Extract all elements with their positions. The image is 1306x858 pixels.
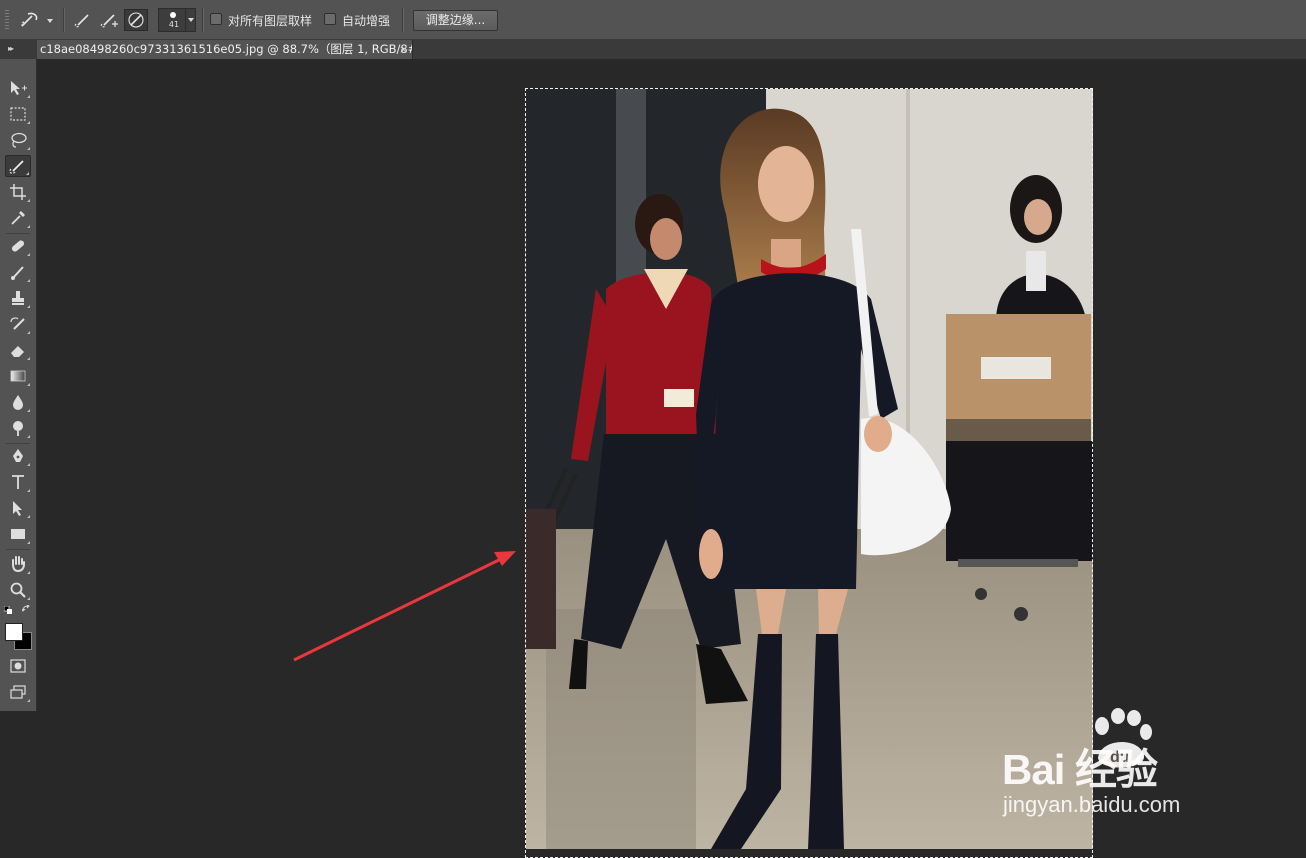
watermark-brand: Bai 经验 bbox=[1002, 746, 1158, 793]
brush-subtract-icon bbox=[128, 12, 144, 28]
zoom-tool[interactable] bbox=[5, 579, 31, 601]
separator bbox=[202, 8, 204, 32]
history-brush-tool[interactable] bbox=[5, 313, 31, 335]
lasso-icon bbox=[11, 132, 27, 148]
history-brush-icon bbox=[10, 317, 25, 330]
brush-icon bbox=[11, 266, 24, 280]
quick-selection-tool[interactable] bbox=[5, 155, 31, 177]
quick-mask-icon bbox=[10, 659, 26, 673]
options-bar-grip[interactable] bbox=[5, 10, 9, 30]
eyedropper-tool[interactable] bbox=[5, 207, 31, 229]
chevron-down-icon[interactable] bbox=[185, 9, 195, 31]
refine-edge-button[interactable]: 调整边缘... bbox=[413, 10, 498, 31]
brush-add-icon bbox=[100, 14, 118, 28]
eraser-icon bbox=[11, 346, 24, 357]
path-select-icon bbox=[13, 501, 22, 516]
rectangular-marquee-icon bbox=[10, 107, 26, 121]
hand-icon bbox=[12, 556, 25, 573]
foreground-color-swatch[interactable] bbox=[5, 623, 23, 641]
crop-icon bbox=[10, 184, 26, 200]
brush-new-icon bbox=[74, 14, 89, 28]
watermark-url: jingyan.baidu.com bbox=[1003, 792, 1181, 817]
dodge-tool[interactable] bbox=[5, 417, 31, 439]
brush-tip-icon bbox=[170, 12, 176, 18]
bandage-icon bbox=[11, 240, 25, 252]
eraser-tool[interactable] bbox=[5, 339, 31, 361]
path-selection-tool[interactable] bbox=[5, 497, 31, 519]
brush-size-picker[interactable]: 41 bbox=[158, 8, 196, 32]
document-tab[interactable]: c18ae08498260c97331361516e05.jpg @ 88.7%… bbox=[37, 40, 413, 59]
brush-tool[interactable] bbox=[5, 261, 31, 283]
type-tool[interactable] bbox=[5, 471, 31, 493]
screen-mode-icon bbox=[10, 685, 26, 699]
dodge-icon bbox=[13, 421, 23, 436]
options-bar: 41 对所有图层取样 自动增强 调整边缘... bbox=[0, 0, 1306, 40]
rectangle-shape-icon bbox=[11, 529, 25, 539]
shape-tool[interactable] bbox=[5, 523, 31, 545]
sample-all-layers-checkbox[interactable] bbox=[210, 13, 222, 25]
add-to-selection-mode[interactable] bbox=[98, 9, 122, 31]
move-icon bbox=[11, 81, 27, 95]
gradient-icon bbox=[10, 370, 26, 382]
quick-mask-toggle[interactable] bbox=[5, 655, 31, 677]
gradient-tool[interactable] bbox=[5, 365, 31, 387]
lasso-tool[interactable] bbox=[5, 129, 31, 151]
blur-tool[interactable] bbox=[5, 391, 31, 413]
quick-selection-icon bbox=[21, 12, 53, 27]
crop-tool[interactable] bbox=[5, 181, 31, 203]
stamp-icon bbox=[12, 291, 24, 305]
new-selection-mode[interactable] bbox=[73, 9, 95, 31]
tool-preset-picker[interactable] bbox=[18, 9, 58, 31]
quick-selection-icon bbox=[9, 160, 24, 174]
marquee-tool[interactable] bbox=[5, 103, 31, 125]
hand-tool[interactable] bbox=[5, 553, 31, 575]
baidu-watermark: du Bai 经验 jingyan.baidu.com bbox=[1002, 708, 1242, 828]
separator bbox=[402, 8, 404, 32]
separator bbox=[6, 233, 30, 234]
auto-enhance-label: 自动增强 bbox=[342, 14, 391, 28]
close-icon[interactable]: × bbox=[399, 41, 408, 58]
separator bbox=[6, 443, 30, 444]
type-icon bbox=[12, 475, 24, 489]
screen-mode-toggle[interactable] bbox=[5, 681, 31, 703]
subtract-from-selection-mode[interactable] bbox=[124, 9, 148, 31]
blur-drop-icon bbox=[13, 395, 23, 410]
sample-all-layers-label: 对所有图层取样 bbox=[228, 14, 313, 28]
magnifier-icon bbox=[10, 582, 26, 598]
pen-icon bbox=[13, 449, 23, 462]
pen-tool[interactable] bbox=[5, 445, 31, 467]
separator bbox=[6, 549, 30, 550]
healing-brush-tool[interactable] bbox=[5, 235, 31, 257]
default-colors-icon[interactable] bbox=[4, 606, 12, 614]
swap-colors-icon[interactable] bbox=[22, 605, 30, 613]
clone-stamp-tool[interactable] bbox=[5, 287, 31, 309]
eyedropper-icon bbox=[11, 211, 25, 225]
auto-enhance-checkbox[interactable] bbox=[324, 13, 336, 25]
tools-panel bbox=[0, 59, 37, 711]
brush-size-value: 41 bbox=[168, 20, 180, 29]
double-chevron-icon[interactable]: ▸▸ bbox=[8, 44, 14, 53]
move-tool[interactable] bbox=[5, 77, 31, 99]
separator bbox=[63, 8, 65, 32]
